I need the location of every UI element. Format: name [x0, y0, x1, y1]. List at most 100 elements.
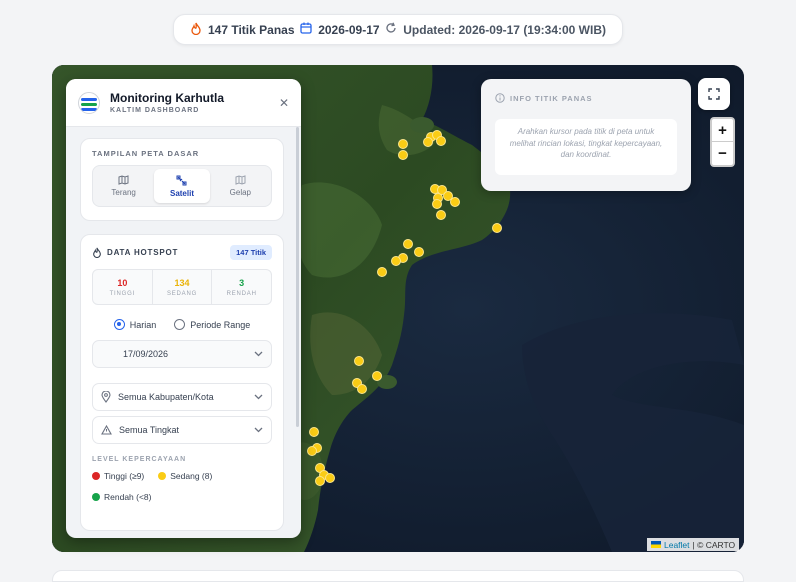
- carto-attribution: | © CARTO: [692, 539, 736, 550]
- date-label: 2026-09-17: [318, 22, 380, 37]
- date-value: 17/09/2026: [123, 349, 169, 359]
- confidence-legend: Tinggi (≥9) Sedang (8): [92, 471, 272, 481]
- basemap-switcher: Terang Satelit Gelap: [92, 165, 272, 207]
- stat-tinggi: 10 TINGGI: [93, 270, 153, 304]
- hotspot-marker[interactable]: [403, 239, 413, 249]
- hotspot-marker[interactable]: [309, 427, 319, 437]
- zoom-control: + −: [710, 117, 735, 167]
- level-value: Semua Tingkat: [119, 425, 180, 435]
- chevron-down-icon: [254, 427, 263, 433]
- status-bar: 147 Titik Panas 2026-09-17 Updated: 2026…: [173, 14, 623, 45]
- basemap-option-label: Satelit: [169, 188, 194, 198]
- basemap-title: TAMPILAN PETA DASAR: [92, 149, 200, 158]
- hotspot-title: DATA HOTSPOT: [107, 248, 179, 257]
- legend-low: Rendah (<8): [92, 492, 152, 502]
- basemap-card: TAMPILAN PETA DASAR Terang Satelit Gelap: [80, 138, 284, 221]
- hotspot-marker[interactable]: [325, 473, 335, 483]
- leaflet-link[interactable]: Leaflet: [664, 540, 690, 550]
- hotspot-count-item: 147 Titik Panas: [190, 22, 295, 38]
- hotspot-marker[interactable]: [357, 384, 367, 394]
- chevron-down-icon: [254, 351, 263, 357]
- hotspot-marker[interactable]: [372, 371, 382, 381]
- hotspot-marker[interactable]: [354, 356, 364, 366]
- hotspot-marker[interactable]: [423, 137, 433, 147]
- level-select[interactable]: Semua Tingkat: [92, 416, 272, 444]
- chevron-down-icon: [254, 394, 263, 400]
- hotspot-marker[interactable]: [432, 199, 442, 209]
- hotspot-title-row: DATA HOTSPOT: [92, 247, 178, 258]
- fullscreen-button[interactable]: [698, 78, 730, 110]
- region-select[interactable]: Semua Kabupaten/Kota: [92, 383, 272, 411]
- radio-dot[interactable]: [174, 319, 186, 330]
- radio-label: Harian: [129, 319, 157, 330]
- hotspot-stats: 10 TINGGI 134 SEDANG 3 RENDAH: [92, 269, 272, 305]
- legend-label: Tinggi (≥9): [104, 471, 145, 481]
- panel-title: Monitoring Karhutla: [110, 91, 224, 105]
- hotspot-marker[interactable]: [436, 210, 446, 220]
- stat-value: 10: [117, 277, 128, 288]
- hotspot-marker[interactable]: [377, 267, 387, 277]
- legend-label: Rendah (<8): [104, 492, 152, 502]
- hotspot-count-label: 147 Titik Panas: [208, 22, 295, 37]
- basemap-option-terang[interactable]: Terang: [96, 169, 151, 203]
- flame-icon: [93, 247, 101, 258]
- legend-medium: Sedang (8): [158, 471, 212, 481]
- hotspot-marker[interactable]: [492, 223, 502, 233]
- hotspot-marker[interactable]: [398, 139, 408, 149]
- control-panel: Monitoring Karhutla KALTIM DASHBOARD ✕ T…: [66, 79, 301, 538]
- basemap-option-gelap[interactable]: Gelap: [213, 169, 268, 203]
- hotspot-marker[interactable]: [414, 247, 424, 257]
- basemap-option-label: Gelap: [229, 188, 251, 197]
- info-title: INFO TITIK PANAS: [510, 93, 593, 103]
- date-item: 2026-09-17: [300, 22, 380, 37]
- hotspot-marker[interactable]: [391, 256, 401, 266]
- updated-label: Updated: 2026-09-17 (19:34:00 WIB): [403, 22, 606, 37]
- stat-sedang: 134 SEDANG: [153, 270, 213, 304]
- period-radio-group: Harian Periode Range: [92, 319, 272, 330]
- stat-value: 134: [174, 277, 190, 288]
- warning-icon: [101, 425, 112, 435]
- hotspot-marker[interactable]: [436, 136, 446, 146]
- location-pin-icon: [101, 391, 111, 403]
- zoom-in-button[interactable]: +: [712, 119, 733, 142]
- map-icon: [235, 175, 246, 185]
- info-icon: [495, 93, 505, 103]
- radio-dot[interactable]: [113, 319, 125, 330]
- legend-high: Tinggi (≥9): [92, 471, 144, 481]
- stat-label: SEDANG: [166, 290, 198, 297]
- fullscreen-icon: [708, 88, 720, 100]
- panel-subtitle: KALTIM DASHBOARD: [110, 107, 200, 114]
- map-attribution: Leaflet | © CARTO: [647, 538, 740, 551]
- radio-harian[interactable]: Harian: [113, 319, 157, 330]
- hotspot-info-panel: INFO TITIK PANAS Arahkan kursor pada tit…: [481, 79, 691, 191]
- close-icon[interactable]: ✕: [279, 96, 289, 110]
- stat-value: 3: [239, 277, 245, 288]
- basemap-option-label: Terang: [111, 188, 136, 197]
- legend-dot: [92, 493, 100, 501]
- stat-label: TINGGI: [109, 290, 136, 297]
- hotspot-marker[interactable]: [450, 197, 460, 207]
- refresh-icon: [385, 22, 397, 37]
- panel-scrollbar[interactable]: [296, 127, 299, 427]
- basemap-option-satelit[interactable]: Satelit: [154, 169, 210, 203]
- satellite-icon: [176, 175, 187, 185]
- confidence-title: LEVEL KEPERCAYAAN: [92, 456, 187, 463]
- updated-item: Updated: 2026-09-17 (19:34:00 WIB): [385, 22, 606, 37]
- legend-label: Sedang (8): [170, 471, 213, 481]
- region-value: Semua Kabupaten/Kota: [118, 392, 214, 402]
- radio-label: Periode Range: [190, 319, 251, 330]
- radio-periode-range[interactable]: Periode Range: [174, 319, 250, 330]
- app-logo: [78, 91, 100, 114]
- stat-label: RENDAH: [226, 290, 257, 297]
- info-body: Arahkan kursor pada titik di peta untuk …: [495, 119, 677, 175]
- info-title-row: INFO TITIK PANAS: [495, 93, 593, 103]
- hotspot-marker[interactable]: [398, 150, 408, 160]
- zoom-out-button[interactable]: −: [712, 142, 733, 165]
- panel-header: Monitoring Karhutla KALTIM DASHBOARD ✕: [66, 79, 301, 127]
- map-icon: [118, 175, 129, 185]
- date-picker[interactable]: 17/09/2026: [92, 340, 272, 368]
- bottom-card-edge: [52, 570, 744, 582]
- hotspot-marker[interactable]: [307, 446, 317, 456]
- flame-icon: [190, 22, 202, 38]
- hotspot-marker[interactable]: [315, 476, 325, 486]
